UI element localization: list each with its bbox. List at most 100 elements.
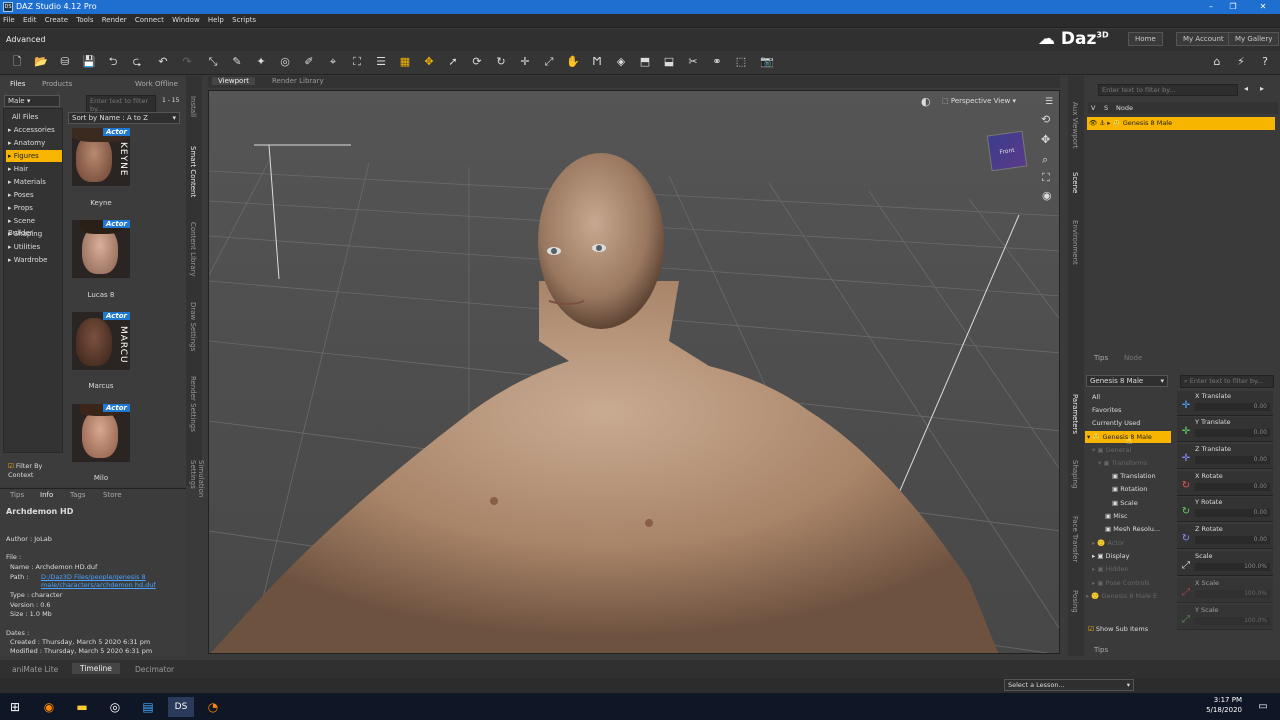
parameter-filter-input[interactable]: ⌕ Enter text to filter by...	[1180, 375, 1274, 388]
vtab-face-transfer[interactable]: Face Transfer	[1071, 516, 1079, 562]
slider-z-translate[interactable]: ✛ Z Translate 0.00	[1177, 444, 1273, 469]
lesson-dropdown[interactable]: Select a Lesson... ▾	[1004, 679, 1134, 691]
asset-thumb-milo[interactable]: Actor	[72, 404, 130, 462]
category-wardrobe[interactable]: ▸ Wardrobe	[6, 254, 62, 266]
menu-help[interactable]: Help	[205, 14, 227, 26]
asset-thumb-lucas[interactable]: Actor	[72, 220, 130, 278]
my-account-button[interactable]: My Account	[1176, 32, 1231, 46]
menu-tools[interactable]: Tools	[73, 14, 96, 26]
vtab-shaping[interactable]: Shaping	[1071, 460, 1079, 488]
tree-scale[interactable]: ▣ Scale	[1112, 497, 1138, 509]
scale-icon[interactable]: ⤢	[542, 55, 556, 69]
tool-4-icon[interactable]: ◎	[278, 55, 292, 69]
vtab-parameters[interactable]: Parameters	[1071, 394, 1079, 434]
tree-mesh-resolution[interactable]: ▣ Mesh Resolu...	[1105, 523, 1160, 535]
firefox-icon[interactable]: ◉	[38, 697, 60, 717]
category-props[interactable]: ▸ Props	[6, 202, 62, 214]
asset-thumb-marcus[interactable]: Actor MARCU	[72, 312, 130, 370]
filter-by-context-checkbox[interactable]: ☑ Filter By Context	[8, 462, 62, 480]
pointer-icon[interactable]: ➚	[446, 55, 460, 69]
slider-scale[interactable]: ⤢ Scale 100.0%	[1177, 551, 1273, 576]
tree-transforms[interactable]: ▾ ▣ Transforms	[1098, 457, 1147, 469]
tool-20-icon[interactable]: ✂	[686, 55, 700, 69]
app-circle-icon[interactable]: ◎	[104, 697, 126, 717]
node-selection-icon[interactable]: ⤡	[206, 55, 220, 69]
export-icon[interactable]: ⮎	[130, 55, 144, 69]
gender-filter-dropdown[interactable]: Male ▾	[4, 95, 60, 107]
info-path-link[interactable]: D:/Daz3D Files/people/genesis 8 male/cha…	[41, 573, 161, 589]
universal-tool-icon[interactable]: ✥	[422, 55, 436, 69]
slider-y-rotate[interactable]: ↻ Y Rotate 0.00	[1177, 497, 1273, 522]
scene-forward-icon[interactable]: ▸	[1260, 84, 1264, 93]
redo-icon[interactable]: ↷	[180, 55, 194, 69]
vtab-simulation-settings[interactable]: Simulation Settings	[189, 460, 205, 497]
layout-label[interactable]: Advanced	[6, 35, 46, 44]
view-cube[interactable]: Front	[986, 130, 1028, 172]
vtab-smart-content[interactable]: Smart Content	[189, 146, 197, 197]
menu-render[interactable]: Render	[99, 14, 130, 26]
tool-19-icon[interactable]: ⬓	[662, 55, 676, 69]
import-icon[interactable]: ⮌	[106, 55, 120, 69]
show-sub-items-checkbox[interactable]: ☑ Show Sub Items	[1088, 623, 1148, 635]
tree-favorites[interactable]: Favorites	[1092, 404, 1121, 416]
my-gallery-button[interactable]: My Gallery	[1228, 32, 1280, 46]
tool-2-icon[interactable]: ✎	[230, 55, 244, 69]
undo-icon[interactable]: ↶	[156, 55, 170, 69]
tool-3-icon[interactable]: ✦	[254, 55, 268, 69]
tool-18-icon[interactable]: ⬒	[638, 55, 652, 69]
tool-8-icon[interactable]: ☰	[374, 55, 388, 69]
tab-work-offline[interactable]: Work Offline	[135, 80, 178, 88]
tab-render-library[interactable]: Render Library	[272, 77, 324, 85]
asset-thumb-keyne[interactable]: Actor KEYNE	[72, 128, 130, 186]
3d-viewport[interactable]: ◐ ⬚ Perspective View ▾ ☰ Front ⟲ ✥ ⌕ ⛶ ◉	[208, 90, 1060, 654]
tab-tags[interactable]: Tags	[70, 491, 86, 499]
category-figures[interactable]: ▸ Figures	[6, 150, 62, 162]
notepad-icon[interactable]: ▤	[137, 697, 159, 717]
category-materials[interactable]: ▸ Materials	[6, 176, 62, 188]
tree-display[interactable]: ▸ ▣ Display	[1092, 550, 1130, 562]
render-icon[interactable]: 📷	[760, 55, 774, 69]
zoom-icon[interactable]: ⌕	[1042, 153, 1048, 167]
vtab-environment[interactable]: Environment	[1071, 220, 1079, 265]
menu-scripts[interactable]: Scripts	[229, 14, 259, 26]
rotate-icon[interactable]: ↻	[494, 55, 508, 69]
tab-animate-lite[interactable]: aniMate Lite	[12, 665, 58, 674]
tab-info[interactable]: Info	[40, 491, 53, 499]
tool-9-icon[interactable]: ▦	[398, 55, 412, 69]
category-anatomy[interactable]: ▸ Anatomy	[6, 137, 62, 149]
tab-viewport[interactable]: Viewport	[212, 77, 255, 85]
tab-store[interactable]: Store	[103, 491, 122, 499]
vtab-render-settings[interactable]: Render Settings	[189, 376, 197, 432]
new-file-icon[interactable]: 🗋	[10, 55, 24, 69]
close-button[interactable]: ✕	[1250, 1, 1276, 13]
pan-icon[interactable]: ✥	[1041, 133, 1050, 146]
menu-file[interactable]: File	[0, 14, 18, 26]
menu-window[interactable]: Window	[169, 14, 203, 26]
tree-currently-used[interactable]: Currently Used	[1092, 417, 1140, 429]
help-icon[interactable]: ?	[1258, 55, 1272, 69]
slider-z-rotate[interactable]: ↻ Z Rotate 0.00	[1177, 524, 1273, 549]
category-hair[interactable]: ▸ Hair	[6, 163, 62, 175]
category-all-files[interactable]: All Files	[6, 111, 62, 123]
menu-create[interactable]: Create	[42, 14, 71, 26]
tab-products[interactable]: Products	[42, 80, 72, 88]
figure-dropdown[interactable]: Genesis 8 Male ▾	[1086, 375, 1168, 387]
tab-files[interactable]: Files	[10, 80, 25, 88]
slider-y-scale[interactable]: ⤢ Y Scale 100.0%	[1177, 605, 1273, 630]
vtab-install[interactable]: Install	[189, 96, 197, 117]
tree-genesis8male-eyes[interactable]: ▸ 🙂 Genesis 8 Male E	[1086, 590, 1157, 602]
vtab-aux-viewport[interactable]: Aux Viewport	[1071, 102, 1079, 149]
tool-21-icon[interactable]: ⚭	[710, 55, 724, 69]
tool-6-icon[interactable]: ⌖	[326, 55, 340, 69]
slider-x-scale[interactable]: ⤢ X Scale 100.0%	[1177, 578, 1273, 603]
tool-15-icon[interactable]: ✋	[566, 55, 580, 69]
tool-7-icon[interactable]: ⛶	[350, 55, 364, 69]
camera-dropdown[interactable]: ⬚ Perspective View ▾	[939, 96, 1035, 106]
merge-icon[interactable]: ⛁	[58, 55, 72, 69]
vtab-draw-settings[interactable]: Draw Settings	[189, 302, 197, 351]
tab-scene-tips[interactable]: Tips	[1094, 354, 1108, 362]
tab-params-tips[interactable]: Tips	[1094, 646, 1108, 654]
scene-back-icon[interactable]: ◂	[1244, 84, 1248, 93]
menu-connect[interactable]: Connect	[132, 14, 167, 26]
slider-y-translate[interactable]: ✛ Y Translate 0.00	[1177, 417, 1273, 442]
